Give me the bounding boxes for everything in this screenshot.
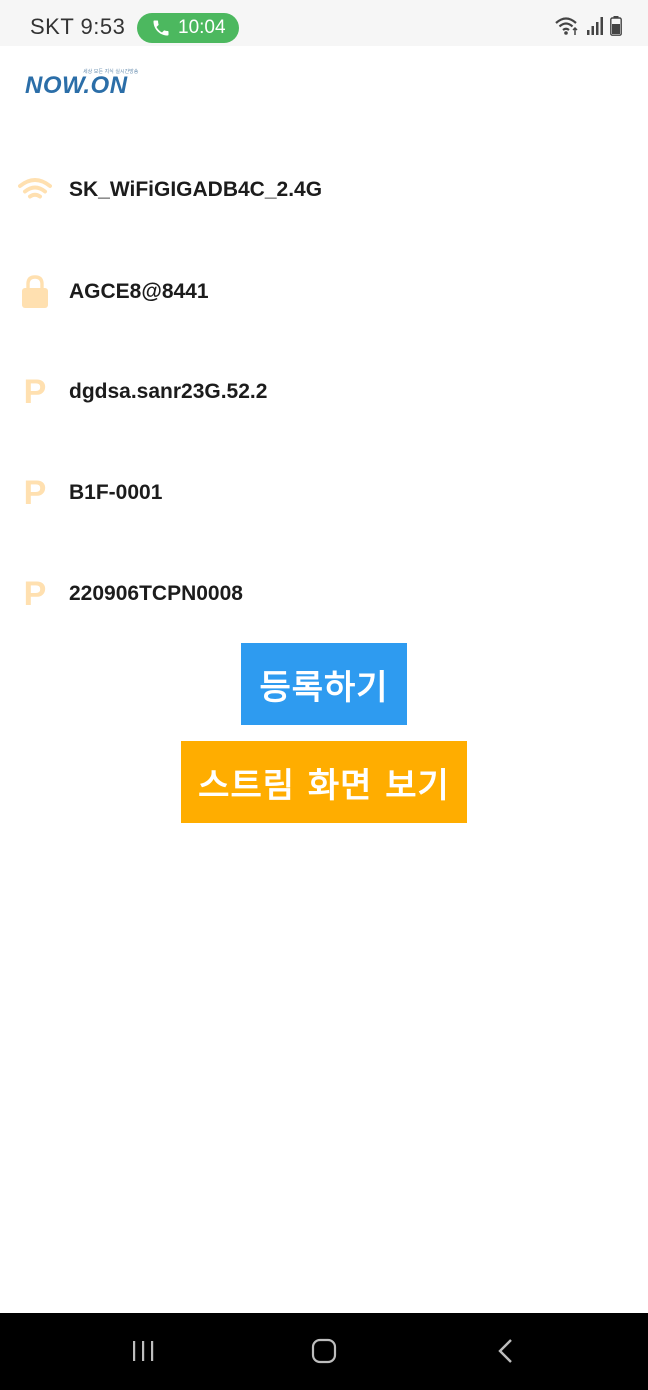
- logo-text: NOW.ON: [25, 72, 128, 99]
- carrier-time: SKT 9:53: [30, 14, 126, 39]
- info-row-p3-text: 220906TCPN0008: [69, 582, 243, 605]
- signal-icon: [586, 16, 604, 40]
- lock-icon: [18, 275, 52, 309]
- register-button[interactable]: 등록하기: [241, 643, 407, 725]
- battery-icon: [610, 16, 622, 40]
- wifi-icon: [554, 15, 580, 41]
- phone-icon: [151, 18, 171, 38]
- recent-apps-icon[interactable]: [123, 1333, 163, 1369]
- status-icons: [554, 15, 622, 41]
- system-nav-bar: [0, 1313, 648, 1390]
- p-icon: P: [23, 373, 47, 411]
- info-row-p1-text: dgdsa.sanr23G.52.2: [69, 380, 268, 403]
- view-stream-button[interactable]: 스트림 화면 보기: [181, 741, 467, 823]
- ongoing-call-pill[interactable]: 10:04: [137, 13, 239, 43]
- info-row-p3: P 220906TCPN0008: [0, 574, 648, 614]
- home-icon[interactable]: [304, 1333, 344, 1369]
- call-duration: 10:04: [178, 17, 226, 38]
- p-icon: P: [23, 575, 47, 613]
- wifi-ssid-row: SK_WiFiGIGADB4C_2.4G: [0, 170, 648, 210]
- back-icon[interactable]: [486, 1333, 526, 1369]
- info-row-p1: P dgdsa.sanr23G.52.2: [0, 372, 648, 412]
- info-row-p2-text: B1F-0001: [69, 481, 163, 504]
- status-bar: SKT 9:53 10:04: [0, 0, 648, 46]
- wifi-icon: [18, 173, 52, 207]
- p-icon: P: [23, 474, 47, 512]
- info-row-p2: P B1F-0001: [0, 473, 648, 513]
- wifi-password-text: AGCE8@8441: [69, 280, 209, 303]
- now-on-logo: 세상 모든 지식 실시간방송 NOW.ON: [25, 66, 138, 102]
- wifi-password-row: AGCE8@8441: [0, 272, 648, 312]
- wifi-ssid-text: SK_WiFiGIGADB4C_2.4G: [69, 178, 323, 201]
